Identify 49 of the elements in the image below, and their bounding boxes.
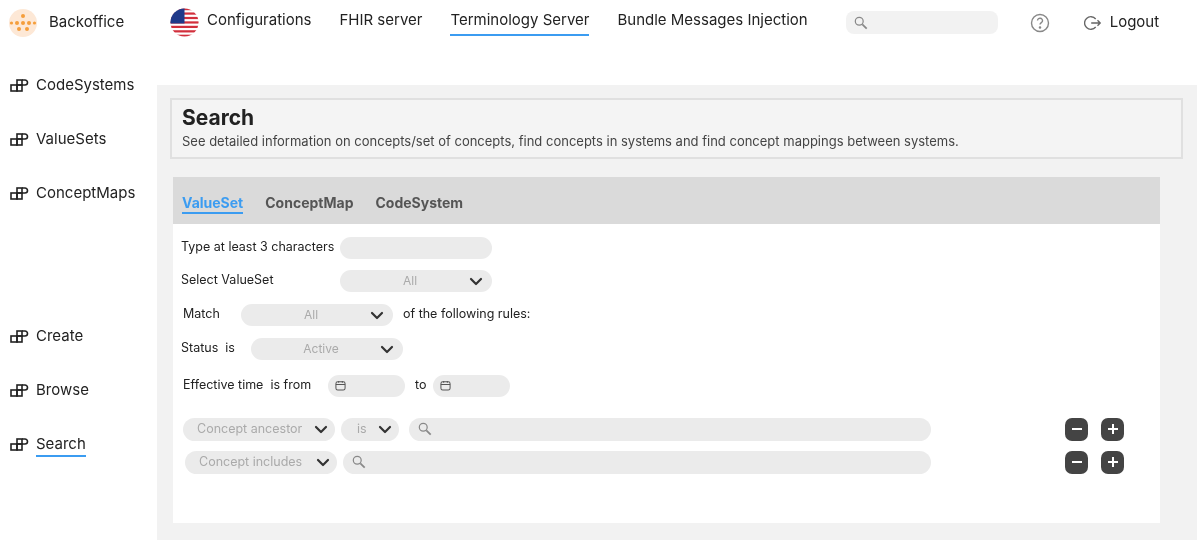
sidebar-item[interactable]: Search (36, 432, 86, 458)
blocks-icon (9, 329, 29, 345)
tab[interactable]: ConceptMap (265, 192, 354, 214)
calendar-icon (440, 380, 451, 391)
search-icon (853, 15, 868, 30)
plus-icon (1106, 423, 1119, 435)
logout-button[interactable]: Logout (1083, 11, 1160, 34)
field-label: to (415, 376, 428, 395)
calendar-icon (335, 380, 346, 391)
field-label: Effective time is from (183, 376, 313, 395)
remove-button[interactable] (1065, 450, 1088, 474)
nav-link[interactable]: Configurations (207, 8, 312, 37)
field-label: Match (183, 305, 221, 324)
search-field[interactable] (343, 450, 931, 474)
blocks-icon (9, 437, 29, 453)
blocks-icon (9, 132, 29, 148)
search-icon (352, 455, 366, 469)
sidebar-item[interactable]: ConceptMaps (36, 181, 136, 207)
search-field[interactable] (845, 11, 998, 34)
field-label: of the following rules: (403, 305, 531, 324)
tab[interactable]: CodeSystem (375, 192, 464, 214)
sidebar-item[interactable]: ValueSets (36, 127, 107, 153)
remove-button[interactable] (1065, 417, 1088, 441)
date-field[interactable] (433, 374, 510, 397)
brand-name: Backoffice (49, 11, 125, 34)
flag-icon[interactable] (170, 8, 199, 37)
add-button[interactable] (1101, 417, 1124, 441)
search-field[interactable] (409, 417, 931, 441)
field-label: Type at least 3 characters (181, 238, 336, 257)
date-field[interactable] (328, 374, 405, 397)
add-button[interactable] (1101, 450, 1124, 474)
nav-link[interactable]: FHIR server (339, 8, 423, 37)
blocks-icon (9, 186, 29, 202)
sidebar-item[interactable]: Browse (36, 378, 89, 404)
logout-icon (1083, 13, 1102, 32)
nav-link[interactable]: Terminology Server (450, 8, 590, 37)
field-label: Status is (181, 339, 236, 358)
blocks-icon (9, 383, 29, 399)
search-icon (418, 422, 432, 436)
sidebar-item[interactable]: Create (36, 324, 84, 350)
blocks-icon (9, 78, 29, 94)
page-title: Search (182, 104, 256, 132)
page-description: See detailed information on concepts/set of concepts, find concepts in systems and find concept mappings between systems. (182, 132, 960, 151)
logo-icon (8, 7, 38, 38)
plus-icon (1106, 456, 1119, 468)
field-label: Select ValueSet (181, 271, 275, 290)
nav-link[interactable]: Bundle Messages Injection (617, 8, 808, 37)
help-icon[interactable] (1029, 12, 1050, 33)
sidebar-item[interactable]: CodeSystems (36, 73, 135, 99)
